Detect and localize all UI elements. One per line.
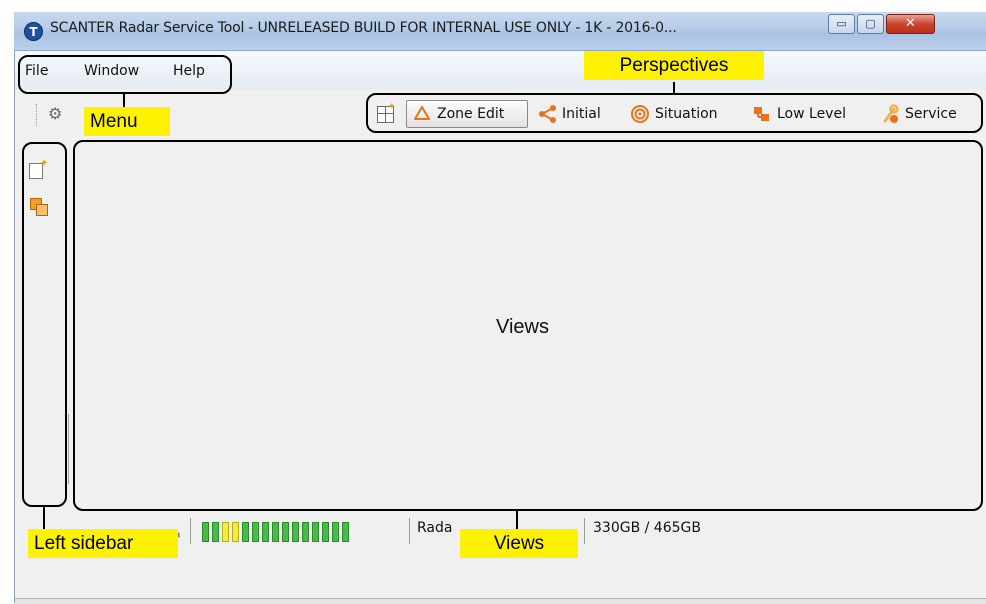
bottom-panel <box>15 558 986 598</box>
views-annotation-box <box>73 140 983 511</box>
status-separator <box>584 518 585 544</box>
signal-segment <box>322 522 329 542</box>
bottom-border <box>15 598 986 604</box>
menu-annotation-box <box>18 55 232 94</box>
signal-segment <box>342 522 349 542</box>
views-callout: Views <box>460 529 578 558</box>
left-sidebar-connector-line <box>43 506 45 530</box>
left-sidebar-callout: Left sidebar <box>28 529 178 558</box>
signal-segment <box>242 522 249 542</box>
window-title: SCANTER Radar Service Tool - UNRELEASED … <box>50 20 677 36</box>
toolbar-tool-icon[interactable]: ⚙ <box>48 104 66 124</box>
status-separator <box>409 518 410 544</box>
signal-segment <box>202 522 209 542</box>
signal-bar <box>202 522 349 542</box>
signal-segment <box>272 522 279 542</box>
signal-segment <box>302 522 309 542</box>
signal-segment <box>332 522 339 542</box>
status-separator <box>190 518 191 544</box>
close-button[interactable]: ✕ <box>886 14 935 34</box>
perspectives-annotation-box <box>366 93 983 133</box>
status-disk-usage: 330GB / 465GB <box>593 520 701 536</box>
menu-callout: Menu <box>84 107 170 136</box>
signal-segment <box>252 522 259 542</box>
toolbar-grip[interactable] <box>36 104 39 126</box>
status-radar-text: Rada <box>417 520 453 536</box>
menu-connector-line <box>123 93 125 107</box>
signal-segment <box>262 522 269 542</box>
signal-segment <box>282 522 289 542</box>
perspectives-callout: Perspectives <box>584 51 764 80</box>
maximize-button[interactable]: ▢ <box>857 14 884 34</box>
perspectives-connector-line <box>673 82 675 94</box>
signal-segment <box>232 522 239 542</box>
app-logo-icon: T <box>24 22 43 41</box>
signal-segment <box>222 522 229 542</box>
signal-segment <box>292 522 299 542</box>
views-connector-line <box>516 510 518 530</box>
left-sidebar-annotation-box <box>22 142 67 507</box>
minimize-button[interactable]: ▭ <box>828 14 855 34</box>
signal-segment <box>312 522 319 542</box>
signal-segment <box>212 522 219 542</box>
